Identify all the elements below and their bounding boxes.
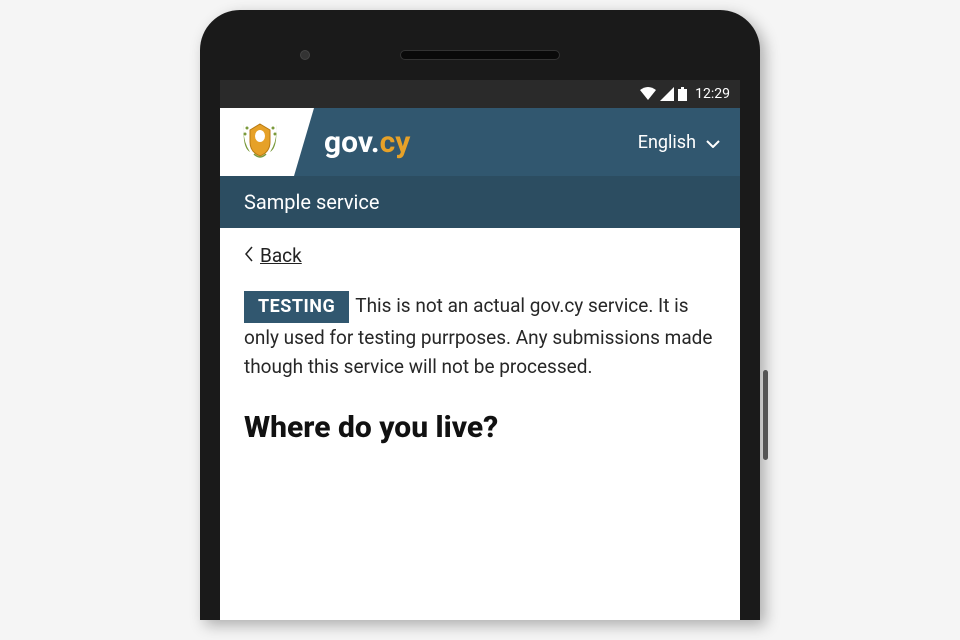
coat-of-arms-icon: [238, 118, 282, 166]
phone-camera-dot: [300, 50, 310, 60]
battery-icon: [678, 87, 687, 101]
chevron-left-icon: [244, 244, 254, 267]
testing-notice: TESTINGThis is not an actual gov.cy serv…: [244, 291, 716, 382]
testing-tag: TESTING: [244, 291, 349, 323]
brand-wordmark[interactable]: gov.cy: [294, 108, 618, 176]
android-status-bar: 12:29: [220, 80, 740, 108]
scrollbar-thumb[interactable]: [763, 370, 768, 460]
service-name: Sample service: [244, 190, 379, 214]
back-link[interactable]: Back: [244, 244, 302, 267]
site-header: gov.cy English: [220, 108, 740, 176]
cellular-signal-icon: [660, 87, 674, 101]
phone-screen: 12:29: [220, 80, 740, 620]
page-content: Back TESTINGThis is not an actual gov.cy…: [220, 228, 740, 461]
phone-speaker-grill: [400, 50, 560, 60]
status-bar-clock: 12:29: [695, 86, 730, 102]
logo-area[interactable]: [220, 108, 294, 176]
brand-prefix: gov.: [324, 125, 380, 160]
brand-suffix: cy: [380, 125, 411, 160]
phone-frame: 12:29: [200, 10, 760, 620]
service-name-bar: Sample service: [220, 176, 740, 228]
wifi-icon: [640, 87, 656, 101]
chevron-down-icon: [706, 132, 720, 153]
back-label: Back: [260, 244, 302, 267]
page-heading: Where do you live?: [244, 410, 716, 445]
language-selector[interactable]: English: [618, 108, 740, 176]
language-label: English: [638, 132, 696, 153]
phone-top: [220, 30, 740, 80]
